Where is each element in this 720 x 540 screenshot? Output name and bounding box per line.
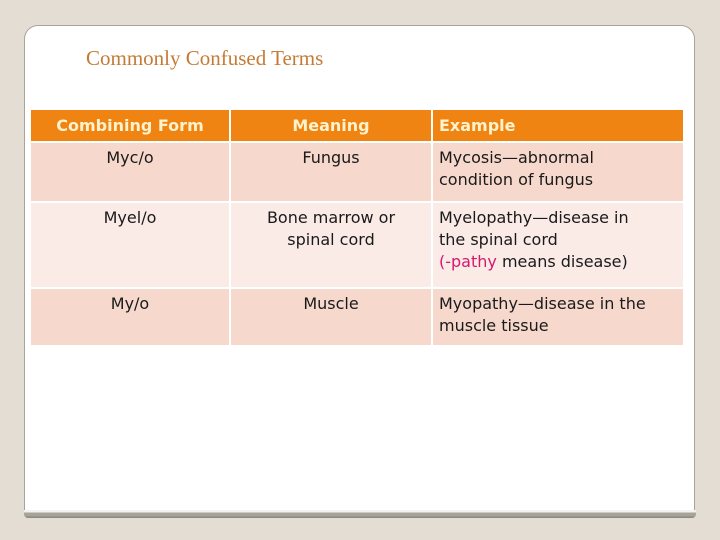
- cell-example: Myopathy—disease in the muscle tissue: [433, 289, 683, 345]
- example-line: muscle tissue: [439, 316, 549, 335]
- cell-meaning: Bone marrow or spinal cord: [231, 203, 431, 287]
- meaning-line: Bone marrow or: [266, 208, 396, 227]
- example-line: Myelopathy—disease in: [439, 208, 629, 227]
- note-highlight-suffix: -pathy: [445, 252, 497, 271]
- cell-example: Myelopathy—disease in the spinal cord (-…: [433, 203, 683, 287]
- note-rest: means disease): [496, 252, 628, 271]
- cell-form: Myc/o: [31, 143, 229, 201]
- slide-title: Commonly Confused Terms: [86, 46, 324, 70]
- header-combining-form: Combining Form: [31, 110, 229, 141]
- table-row: My/o Muscle Myopathy—disease in the musc…: [31, 289, 683, 345]
- cell-example: Mycosis—abnormal condition of fungus: [433, 143, 683, 201]
- terms-table: Combining Form Meaning Example Myc/o Fun…: [29, 108, 685, 347]
- cell-form: My/o: [31, 289, 229, 345]
- table-row: Myel/o Bone marrow or spinal cord Myelop…: [31, 203, 683, 287]
- table-header-row: Combining Form Meaning Example: [31, 110, 683, 141]
- example-line: Mycosis—abnormal: [439, 148, 594, 167]
- slide-card-shadow: [24, 510, 696, 518]
- example-line: the spinal cord: [439, 230, 558, 249]
- meaning-line: spinal cord: [287, 230, 375, 249]
- header-meaning: Meaning: [231, 110, 431, 141]
- cell-form: Myel/o: [31, 203, 229, 287]
- cell-meaning: Muscle: [231, 289, 431, 345]
- example-line: Myopathy—disease in the: [439, 294, 646, 313]
- example-line: condition of fungus: [439, 170, 594, 189]
- example-note: (-pathy means disease): [439, 251, 677, 273]
- cell-meaning: Fungus: [231, 143, 431, 201]
- table-row: Myc/o Fungus Mycosis—abnormal condition …: [31, 143, 683, 201]
- header-example: Example: [433, 110, 683, 141]
